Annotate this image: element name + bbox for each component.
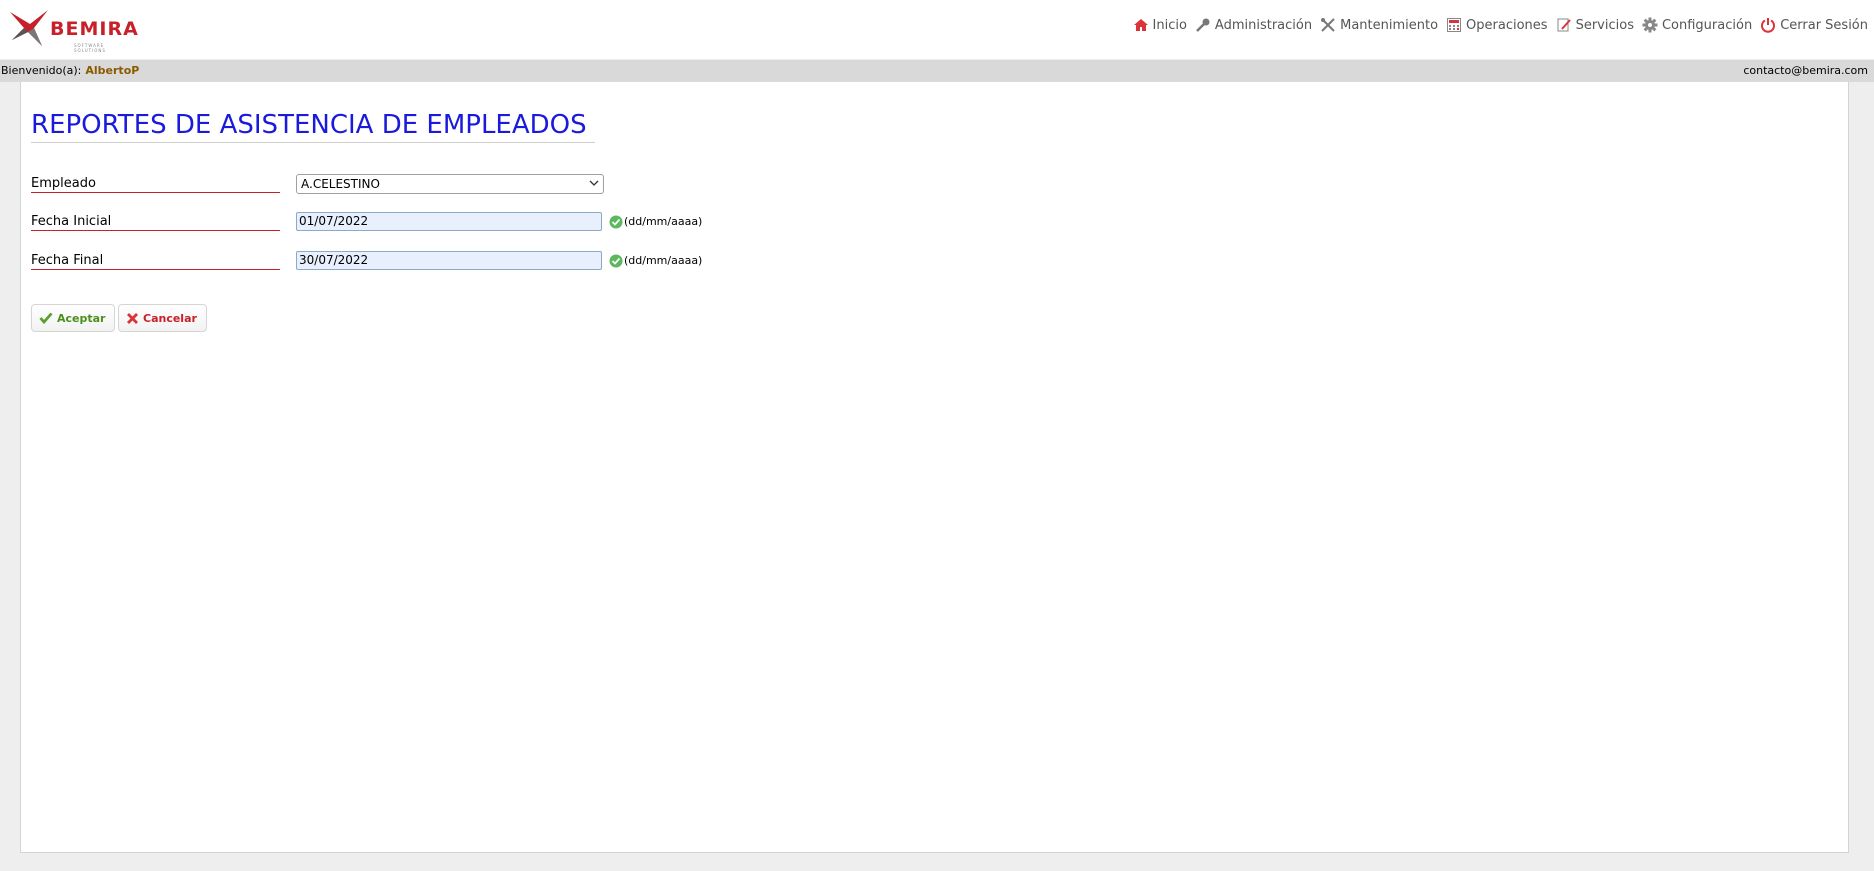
nav-item-servicios[interactable]: Servicios	[1556, 18, 1634, 33]
welcome-bar: Bienvenido(a): AlbertoP contacto@bemira.c…	[0, 60, 1874, 82]
document-edit-icon	[1557, 18, 1571, 32]
nav-label: Operaciones	[1466, 17, 1548, 33]
cancel-button[interactable]: Cancelar	[118, 304, 207, 332]
cancel-label: Cancelar	[143, 311, 197, 325]
logo-text: BEMIRA	[50, 18, 139, 40]
end-date-format-hint: (dd/mm/aaaa)	[624, 254, 703, 267]
username: AlbertoP	[85, 64, 140, 77]
nav-item-administracion[interactable]: Administración	[1195, 18, 1312, 33]
main-nav: Inicio Administración Mantenimiento Oper…	[1125, 17, 1868, 33]
logo-star-icon	[10, 10, 48, 46]
employee-select[interactable]: A.CELESTINO	[296, 174, 604, 194]
tools-icon	[1321, 18, 1335, 32]
chevron-down-icon	[589, 180, 599, 186]
nav-label: Servicios	[1575, 17, 1634, 33]
power-icon	[1761, 18, 1776, 33]
nav-item-operaciones[interactable]: Operaciones	[1446, 18, 1548, 33]
end-date-label: Fecha Final	[31, 253, 280, 270]
nav-item-configuracion[interactable]: Configuración	[1642, 17, 1752, 33]
bemira-logo[interactable]: BEMIRA SOFTWARE SOLUTIONS	[8, 8, 139, 53]
welcome-prefix: Bienvenido(a):	[1, 64, 82, 77]
contact-email: contacto@bemira.com	[1743, 64, 1868, 77]
nav-item-mantenimiento[interactable]: Mantenimiento	[1320, 18, 1438, 33]
key-icon	[1196, 18, 1210, 32]
nav-item-inicio[interactable]: Inicio	[1133, 18, 1187, 33]
calculator-icon	[1447, 18, 1462, 32]
nav-label: Inicio	[1152, 17, 1187, 33]
gear-icon	[1642, 17, 1658, 33]
end-date-input[interactable]: 30/07/2022	[296, 251, 602, 270]
nav-label: Administración	[1214, 17, 1313, 33]
employee-selected-value: A.CELESTINO	[301, 177, 380, 191]
check-circle-icon	[609, 215, 623, 229]
main-content: REPORTES DE ASISTENCIA DE EMPLEADOS Empl…	[20, 82, 1849, 853]
start-date-format-hint: (dd/mm/aaaa)	[624, 215, 703, 228]
nav-item-cerrar-sesion[interactable]: Cerrar Sesión	[1760, 17, 1868, 33]
page-title: REPORTES DE ASISTENCIA DE EMPLEADOS	[31, 110, 595, 143]
home-icon	[1133, 19, 1148, 31]
start-date-input[interactable]: 01/07/2022	[296, 212, 602, 231]
top-header: BEMIRA SOFTWARE SOLUTIONS Inicio Adminis…	[0, 0, 1874, 59]
welcome-message: Bienvenido(a): AlbertoP	[1, 64, 139, 77]
check-circle-icon	[609, 254, 623, 268]
checkmark-icon	[39, 312, 53, 324]
nav-label: Cerrar Sesión	[1780, 17, 1868, 33]
accept-label: Aceptar	[57, 311, 106, 325]
start-date-label: Fecha Inicial	[31, 214, 280, 231]
employee-label: Empleado	[31, 176, 280, 193]
nav-label: Configuración	[1661, 17, 1753, 33]
logo-subtitle: SOFTWARE SOLUTIONS	[74, 43, 106, 53]
nav-label: Mantenimiento	[1340, 17, 1439, 33]
accept-button[interactable]: Aceptar	[31, 304, 116, 332]
close-icon	[127, 312, 138, 324]
